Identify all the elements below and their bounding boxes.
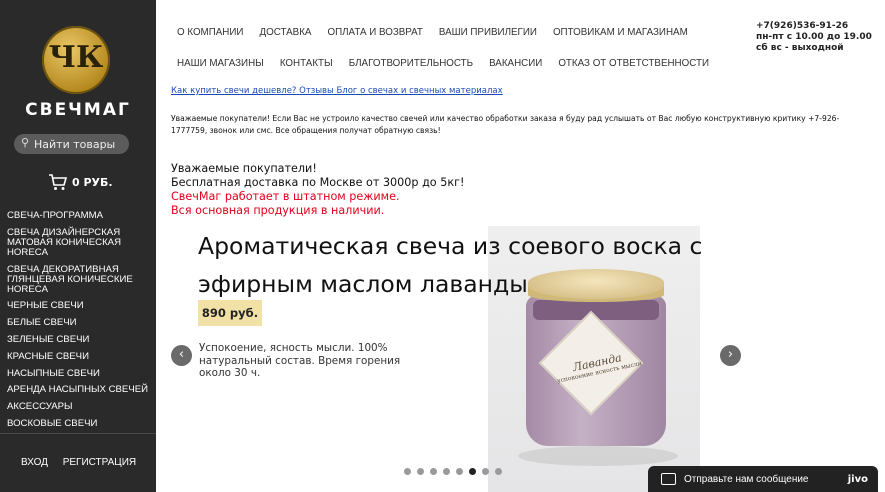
top-nav-row-1: О КОМПАНИИ ДОСТАВКА ОПЛАТА И ВОЗВРАТ ВАШ… (177, 27, 709, 38)
slider-dot[interactable] (417, 468, 424, 475)
chat-label: Отправьте нам сообщение (684, 473, 809, 485)
menu-item-matte-conical[interactable]: СВЕЧА ДИЗАЙНЕРСКАЯ МАТОВАЯ КОНИЧЕСКАЯ HO… (7, 227, 153, 258)
brand-name[interactable]: СВЕЧМАГ (0, 100, 156, 120)
slide-title[interactable]: Ароматическая свеча из соевого воска с э… (198, 227, 708, 303)
nav-stores[interactable]: НАШИ МАГАЗИНЫ (177, 58, 264, 69)
slider-dot[interactable] (495, 468, 502, 475)
search-input[interactable] (34, 134, 126, 154)
weekend-info: сб вс - выходной (756, 43, 844, 53)
sidebar-divider (0, 433, 156, 434)
slider-dot[interactable] (430, 468, 437, 475)
menu-item-glossy-conical[interactable]: СВЕЧА ДЕКОРАТИВНАЯ ГЛЯНЦЕВАЯ КОНИЧЕСКИЕ … (7, 264, 153, 295)
contact-info: +7(926)536-91-26 пн-пт с 10.00 до 19.00 … (756, 21, 872, 54)
nav-payment[interactable]: ОПЛАТА И ВОЗВРАТ (327, 27, 422, 38)
auth-links: ВХОД РЕГИСТРАЦИЯ (21, 457, 148, 468)
slider-dot[interactable] (482, 468, 489, 475)
nav-contacts[interactable]: КОНТАКТЫ (280, 58, 333, 69)
chat-widget[interactable]: Отправьте нам сообщение jivo (648, 466, 878, 492)
category-menu: СВЕЧА-ПРОГРАММА СВЕЧА ДИЗАЙНЕРСКАЯ МАТОВ… (7, 211, 153, 436)
link-blog[interactable]: Блог о свечах и свечных материалах (336, 86, 502, 96)
top-nav: О КОМПАНИИ ДОСТАВКА ОПЛАТА И ВОЗВРАТ ВАШ… (177, 27, 709, 69)
nav-disclaimer[interactable]: ОТКАЗ ОТ ОТВЕТСТВЕННОСТИ (558, 58, 709, 69)
slider-dot[interactable] (469, 468, 476, 475)
nav-delivery[interactable]: ДОСТАВКА (259, 27, 311, 38)
menu-item-black-candles[interactable]: ЧЕРНЫЕ СВЕЧИ (7, 301, 153, 311)
slider-next-button[interactable]: › (720, 345, 741, 366)
announcement-line-3: СвечМаг работает в штатном режиме. (171, 190, 400, 203)
slide-description: Успокоение, ясность мысли. 100% натураль… (199, 342, 401, 379)
menu-item-bulk-rent[interactable]: АРЕНДА НАСЫПНЫХ СВЕЧЕЙ (7, 385, 153, 395)
menu-item-white-candles[interactable]: БЕЛЫЕ СВЕЧИ (7, 318, 153, 328)
logo-mark: ЧК (48, 40, 104, 75)
nav-wholesale[interactable]: ОПТОВИКАМ И МАГАЗИНАМ (553, 27, 688, 38)
announcement-line-1: Уважаемые покупатели! (171, 162, 317, 175)
cart[interactable]: 0 РУБ. (48, 172, 113, 192)
cart-icon (49, 174, 68, 190)
menu-item-bulk-candles[interactable]: НАСЫПНЫЕ СВЕЧИ (7, 368, 153, 379)
message-icon (661, 473, 676, 485)
menu-item-wax-candles[interactable]: ВОСКОВЫЕ СВЕЧИ (7, 418, 153, 429)
cart-total: 0 РУБ. (72, 175, 113, 189)
nav-privileges[interactable]: ВАШИ ПРИВИЛЕГИИ (439, 27, 537, 38)
sidebar: ЧК СВЕЧМАГ ⚲ 0 РУБ. СВЕЧА-ПРОГРАММА СВЕЧ… (0, 0, 156, 492)
link-cheaper[interactable]: Как купить свечи дешевле? (171, 86, 296, 96)
login-link[interactable]: ВХОД (21, 457, 48, 468)
working-hours: пн-пт с 10.00 до 19.00 (756, 32, 872, 42)
menu-item-accessories[interactable]: АКСЕССУАРЫ (7, 402, 153, 412)
top-nav-row-2: НАШИ МАГАЗИНЫ КОНТАКТЫ БЛАГОТВОРИТЕЛЬНОС… (177, 58, 709, 69)
logo[interactable]: ЧК (42, 26, 110, 94)
search-box[interactable]: ⚲ (14, 134, 129, 154)
slider-dot[interactable] (456, 468, 463, 475)
search-icon: ⚲ (21, 136, 30, 149)
link-reviews[interactable]: Отзывы (299, 86, 334, 96)
nav-vacancies[interactable]: ВАКАНСИИ (489, 58, 542, 69)
slider-dot[interactable] (443, 468, 450, 475)
nav-about[interactable]: О КОМПАНИИ (177, 27, 243, 38)
announcement-line-4: Вся основная продукция в наличии. (171, 204, 385, 217)
phone-number[interactable]: +7(926)536-91-26 (756, 21, 872, 32)
menu-item-candle-program[interactable]: СВЕЧА-ПРОГРАММА (7, 211, 153, 221)
announcement-line-2: Бесплатная доставка по Москве от 3000р д… (171, 176, 465, 189)
menu-item-green-candles[interactable]: ЗЕЛЕНЫЕ СВЕЧИ (7, 334, 153, 345)
slider-dots (404, 468, 502, 475)
menu-item-red-candles[interactable]: КРАСНЫЕ СВЕЧИ (7, 351, 153, 362)
nav-charity[interactable]: БЛАГОТВОРИТЕЛЬНОСТЬ (349, 58, 473, 69)
chat-brand: jivo (847, 473, 868, 485)
register-link[interactable]: РЕГИСТРАЦИЯ (63, 457, 136, 468)
jar-shadow (518, 446, 678, 466)
slider-dot[interactable] (404, 468, 411, 475)
product-price: 890 руб. (198, 300, 262, 326)
sub-links: Как купить свечи дешевле? Отзывы Блог о … (171, 86, 503, 96)
feedback-notice: Уважаемые покупатели! Если Вас не устрои… (171, 114, 840, 135)
slider-prev-button[interactable]: ‹ (171, 345, 192, 366)
announcement: Уважаемые покупатели! Бесплатная доставк… (171, 162, 464, 218)
